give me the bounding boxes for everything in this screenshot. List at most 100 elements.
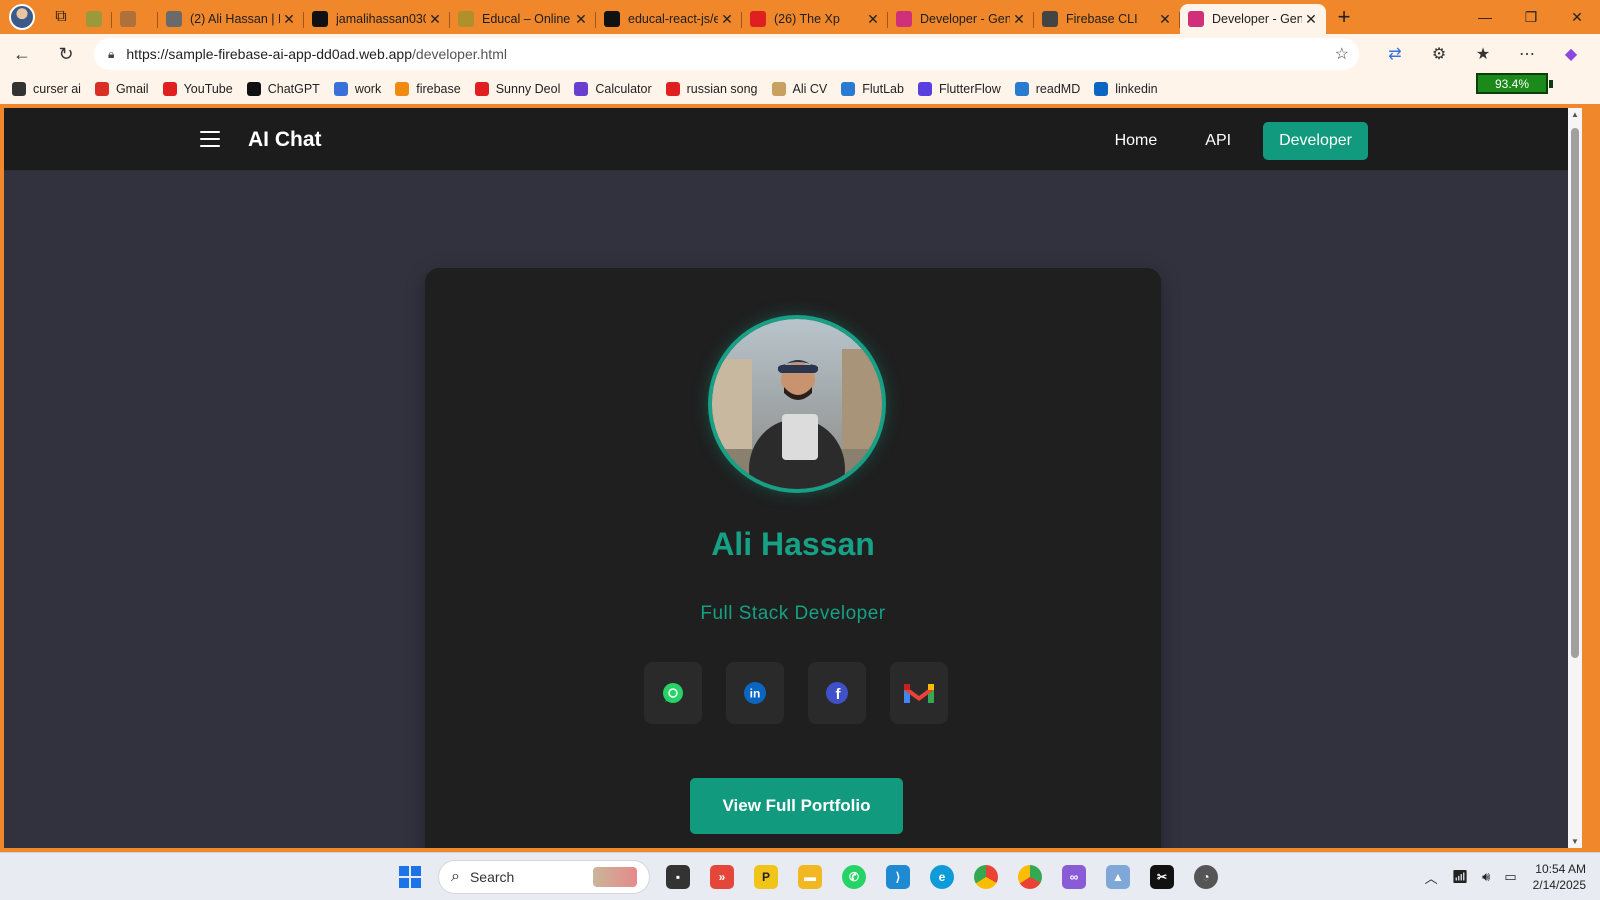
favorites-icon[interactable]: ★ — [1461, 44, 1505, 64]
bookmark-label: ChatGPT — [267, 82, 320, 96]
bookmark-item[interactable]: Gmail — [94, 82, 149, 96]
bookmark-item[interactable]: Ali CV — [771, 82, 827, 96]
chevron-up-icon[interactable]: ︿ — [1425, 868, 1438, 887]
tab[interactable]: Educal – Online ✕ — [450, 4, 596, 34]
tab-close-icon[interactable]: ✕ — [864, 11, 882, 28]
taskbar-app-postman[interactable]: P — [744, 858, 788, 896]
tab-title: (26) The Xp — [774, 12, 840, 26]
bookmark-item[interactable]: russian song — [665, 82, 758, 96]
bookmark-item[interactable]: curser ai — [12, 82, 81, 96]
bookmark-item[interactable]: Calculator — [574, 82, 652, 96]
minimize-button[interactable]: — — [1462, 9, 1508, 26]
tab[interactable]: jamalihassan030 ✕ — [304, 4, 450, 34]
taskbar-app-capcut[interactable]: ✂ — [1140, 858, 1184, 896]
tab-close-icon[interactable]: ✕ — [280, 11, 298, 28]
taskbar-app-chrome-profile[interactable] — [1008, 858, 1052, 896]
more-menu-icon[interactable]: ⋯ — [1505, 44, 1549, 64]
clock-date: 2/14/2025 — [1532, 878, 1586, 892]
taskbar-search[interactable]: ⌕ Search — [438, 860, 650, 894]
bookmark-favicon-icon — [12, 82, 26, 96]
tab[interactable]: educal-react-js/e ✕ — [596, 4, 742, 34]
bookmark-label: Gmail — [115, 82, 149, 96]
extensions-icon[interactable]: ⚙ — [1417, 44, 1461, 64]
wifi-icon[interactable]: 📶︎ — [1452, 869, 1469, 885]
taskbar-app-photos[interactable]: ▲ — [1096, 858, 1140, 896]
tab-close-icon[interactable]: ✕ — [426, 11, 444, 28]
bookmark-star-icon[interactable]: ☆ — [1335, 44, 1349, 64]
taskbar-app-whatsapp[interactable]: ✆ — [832, 858, 876, 896]
whatsapp-link[interactable] — [644, 662, 702, 724]
site-info-icon[interactable]: 🔒︎ — [108, 47, 114, 62]
taskbar-app-clock[interactable]: ◔ — [1184, 858, 1228, 896]
tab[interactable]: (2) Ali Hassan | L ✕ — [158, 4, 304, 34]
translate-icon[interactable]: ⇄ — [1373, 44, 1417, 64]
restore-button[interactable]: ❐ — [1508, 9, 1554, 26]
taskbar-app-chrome[interactable] — [964, 858, 1008, 896]
taskbar-app-terminal[interactable]: ▪ — [656, 858, 700, 896]
bookmark-label: Calculator — [595, 82, 652, 96]
taskbar-app-vscode[interactable]: ⟩ — [876, 858, 920, 896]
page-scrollbar[interactable]: ▲ ▼ — [1568, 108, 1582, 848]
nav-developer[interactable]: Developer — [1263, 122, 1368, 160]
tab-close-icon[interactable]: ✕ — [1302, 11, 1320, 28]
tab-active[interactable]: Developer - Gen ✕ — [1180, 4, 1326, 34]
close-window-button[interactable]: ✕ — [1554, 9, 1600, 26]
scroll-up-icon[interactable]: ▲ — [1568, 110, 1582, 119]
gmail-icon — [904, 684, 934, 703]
back-button[interactable]: ← — [0, 44, 44, 65]
scrollbar-thumb[interactable] — [1571, 128, 1579, 658]
nav-home[interactable]: Home — [1099, 122, 1174, 160]
tab-close-icon[interactable]: ✕ — [1010, 11, 1028, 28]
refresh-button[interactable]: ↻ — [44, 44, 88, 65]
search-highlight-image — [593, 867, 637, 887]
view-portfolio-button[interactable]: View Full Portfolio — [690, 778, 903, 834]
clock[interactable]: 10:54 AM 2/14/2025 — [1533, 861, 1586, 893]
gmail-link[interactable] — [890, 662, 948, 724]
taskbar-app-anydesk[interactable]: » — [700, 858, 744, 896]
bookmark-item[interactable]: linkedin — [1094, 82, 1158, 96]
bookmark-item[interactable]: FlutLab — [841, 82, 904, 96]
educal-icon — [458, 11, 474, 27]
taskbar-app-edge[interactable]: e — [920, 858, 964, 896]
social-links: in f — [644, 662, 948, 724]
bookmark-label: YouTube — [183, 82, 233, 96]
tab[interactable] — [112, 4, 158, 34]
tab[interactable] — [78, 4, 112, 34]
linkedin-link[interactable]: in — [726, 662, 784, 724]
volume-icon[interactable]: 🔊︎ — [1482, 869, 1490, 885]
linkedin-icon: in — [744, 682, 766, 704]
linkedin-icon — [166, 11, 182, 27]
taskbar-app-explorer[interactable]: ▬ — [788, 858, 832, 896]
address-bar[interactable]: 🔒︎ https://sample-firebase-ai-app-dd0ad.… — [94, 38, 1359, 70]
menu-icon[interactable] — [200, 131, 220, 147]
new-tab-button[interactable]: + — [1326, 4, 1362, 30]
whatsapp-icon — [663, 683, 683, 703]
profile-button[interactable] — [0, 0, 44, 34]
developer-name: Ali Hassan — [711, 526, 875, 562]
tab-close-icon[interactable]: ✕ — [1156, 11, 1174, 28]
tab[interactable]: Firebase CLI ✕ — [1034, 4, 1180, 34]
bookmark-label: linkedin — [1115, 82, 1158, 96]
bookmark-item[interactable]: firebase — [395, 82, 461, 96]
tab[interactable]: Developer - Gen ✕ — [888, 4, 1034, 34]
bookmark-item[interactable]: YouTube — [162, 82, 233, 96]
bookmark-item[interactable]: FlutterFlow — [917, 82, 1001, 96]
workspaces-icon[interactable]: ⧉ — [44, 0, 78, 34]
site-brand[interactable]: AI Chat — [248, 128, 322, 152]
bookmark-item[interactable]: ChatGPT — [246, 82, 320, 96]
bookmark-item[interactable]: work — [333, 82, 381, 96]
taskbar-app-visual-studio[interactable]: ∞ — [1052, 858, 1096, 896]
bookmark-item[interactable]: Sunny Deol — [474, 82, 560, 96]
bookmark-item[interactable]: readMD — [1014, 82, 1080, 96]
search-icon: ⌕ — [451, 868, 460, 885]
bookmark-label: curser ai — [33, 82, 81, 96]
battery-icon[interactable]: ▭ — [1504, 869, 1516, 885]
nav-api[interactable]: API — [1189, 122, 1247, 160]
tab[interactable]: (26) The Xp ✕ — [742, 4, 888, 34]
tab-close-icon[interactable]: ✕ — [718, 11, 736, 28]
scroll-down-icon[interactable]: ▼ — [1568, 837, 1582, 846]
start-button[interactable] — [388, 858, 432, 896]
facebook-link[interactable]: f — [808, 662, 866, 724]
copilot-icon[interactable]: ◆ — [1549, 44, 1593, 64]
tab-close-icon[interactable]: ✕ — [572, 11, 590, 28]
